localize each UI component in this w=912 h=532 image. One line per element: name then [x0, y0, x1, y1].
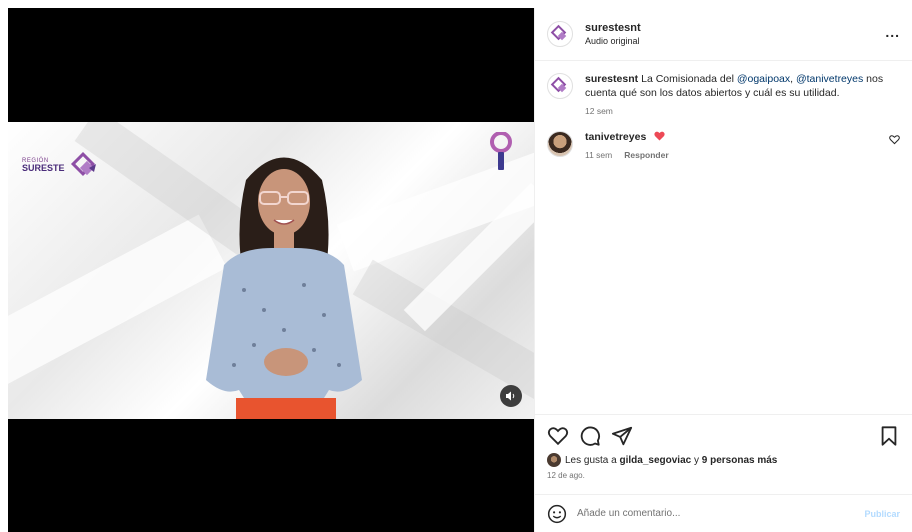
brand-avatar-icon — [550, 24, 567, 41]
mention-link[interactable]: @tanivetreyes — [796, 73, 863, 85]
author-avatar[interactable] — [547, 21, 573, 47]
add-comment-bar: Publicar — [535, 494, 912, 532]
post-page: REGIÓN SURESTE surestesnt Audio original… — [0, 0, 912, 532]
comments-list[interactable]: surestesnt La Comisionada del @ogaipoax, … — [535, 62, 912, 414]
reply-button[interactable]: Responder — [624, 150, 668, 160]
caption-time[interactable]: 12 sem — [585, 106, 613, 116]
presenter-figure — [206, 157, 362, 419]
likes-others-link[interactable]: 9 personas más — [702, 455, 778, 466]
red-heart-emoji-icon — [654, 131, 665, 141]
caption-username[interactable]: surestesnt — [585, 73, 638, 85]
video-player[interactable]: REGIÓN SURESTE — [8, 122, 534, 419]
region-sureste-logo: REGIÓN SURESTE — [22, 150, 99, 180]
publish-button[interactable]: Publicar — [864, 509, 900, 519]
brand-diamond-icon — [70, 151, 96, 177]
liker-username[interactable]: gilda_segoviac — [620, 455, 692, 466]
mention-link[interactable]: @ogaipoax — [737, 73, 790, 85]
bookmark-icon[interactable] — [878, 425, 900, 447]
liker-avatar — [547, 453, 561, 467]
post-sidebar: surestesnt Audio original ... surestesnt… — [534, 8, 912, 532]
commenter-avatar[interactable] — [547, 131, 573, 157]
audio-label[interactable]: Audio original — [585, 36, 641, 46]
mute-button[interactable] — [500, 385, 522, 407]
like-comment-icon[interactable] — [889, 134, 900, 145]
emoji-smile-icon[interactable] — [547, 504, 567, 524]
likes-connector: y — [693, 454, 699, 466]
post-header: surestesnt Audio original ... — [535, 8, 912, 61]
caption-avatar[interactable] — [547, 73, 573, 99]
info-logo-icon — [490, 132, 512, 170]
caption-comment: surestesnt La Comisionada del @ogaipoax, … — [547, 62, 900, 116]
share-icon[interactable] — [611, 425, 633, 447]
comment-icon[interactable] — [579, 425, 601, 447]
comment-time[interactable]: 11 sem — [585, 150, 612, 160]
comment-input[interactable] — [577, 508, 865, 519]
media-container[interactable]: REGIÓN SURESTE — [8, 8, 534, 532]
brand-avatar-icon — [550, 76, 567, 93]
more-options-button[interactable]: ... — [885, 24, 900, 40]
comment-item: tanivetreyes 11 sem Responder — [547, 116, 900, 160]
caption-text: La Comisionada del — [641, 73, 737, 85]
likes-summary[interactable]: Les gusta a gilda_segoviac y 9 personas … — [547, 453, 900, 467]
commenter-username[interactable]: tanivetreyes — [585, 131, 646, 143]
speaker-icon — [506, 391, 515, 401]
author-username[interactable]: surestesnt — [585, 22, 641, 34]
post-actions: Les gusta a gilda_segoviac y 9 personas … — [535, 414, 912, 500]
like-icon[interactable] — [547, 425, 569, 447]
post-date[interactable]: 12 de ago. — [547, 471, 900, 480]
brand-big-text: SURESTE — [22, 162, 65, 173]
likes-prefix: Les gusta a — [565, 454, 617, 466]
